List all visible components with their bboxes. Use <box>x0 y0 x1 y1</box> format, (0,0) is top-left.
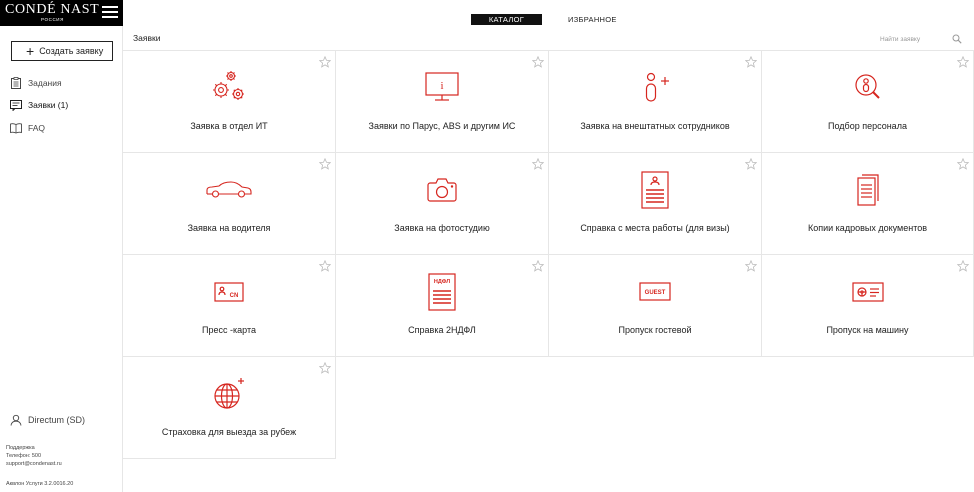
sidebar: CONDÉ NAST РОССИЯ + Создать заявку Задан… <box>0 0 123 492</box>
card-title: Справка 2НДФЛ <box>408 325 476 335</box>
catalog-card-employment-certificate[interactable]: Справка с места работы (для визы) <box>549 153 762 255</box>
add-person-icon <box>645 72 669 102</box>
star-icon[interactable] <box>745 56 757 68</box>
card-title: Копии кадровых документов <box>808 223 927 233</box>
sidebar-item-label: Задания <box>28 78 62 88</box>
sidebar-item-faq[interactable]: FAQ <box>10 122 45 134</box>
star-icon[interactable] <box>745 260 757 272</box>
sidebar-item-requests[interactable]: Заявки (1) <box>10 99 68 111</box>
sidebar-item-tasks[interactable]: Задания <box>10 77 62 89</box>
magnifier-person-icon <box>854 74 880 99</box>
breadcrumb: Заявки <box>133 33 161 43</box>
press-card-icon: CN <box>214 282 244 302</box>
user-name: Directum (SD) <box>28 415 86 425</box>
card-title: Заявка на водителя <box>187 223 271 233</box>
svg-text:i: i <box>440 80 443 92</box>
card-title: Справка с места работы (для визы) <box>580 223 730 233</box>
camera-icon <box>427 178 457 202</box>
plus-icon: + <box>26 43 35 59</box>
search-icon[interactable] <box>952 34 962 44</box>
card-title: Пресс -карта <box>202 325 256 335</box>
globe-plus-icon <box>214 378 244 409</box>
gears-icon <box>213 71 244 100</box>
catalog-card-2ndfl[interactable]: НДФЛ Справка 2НДФЛ <box>336 255 549 357</box>
book-icon <box>10 123 22 134</box>
star-icon[interactable] <box>957 260 969 272</box>
star-icon[interactable] <box>532 260 544 272</box>
catalog-card-guest-pass[interactable]: GUEST Пропуск гостевой <box>549 255 762 357</box>
car-pass-icon <box>851 282 884 302</box>
star-icon[interactable] <box>319 158 331 170</box>
search-box <box>880 32 970 46</box>
star-icon[interactable] <box>957 158 969 170</box>
card-title: Заявки по Парус, ABS и другим ИС <box>368 121 516 131</box>
documents-icon <box>856 174 879 206</box>
certificate-icon <box>641 171 669 209</box>
catalog-card-press-card[interactable]: CN Пресс -карта <box>123 255 336 357</box>
guest-pass-icon: GUEST <box>639 282 671 301</box>
sidebar-item-label: FAQ <box>28 123 46 133</box>
logo[interactable]: CONDÉ NAST <box>5 3 99 17</box>
support-phone: Телефон: 500 <box>6 453 42 459</box>
car-icon <box>206 181 252 198</box>
catalog-card-photostudio[interactable]: Заявка на фотостудию <box>336 153 549 255</box>
tax-form-icon: НДФЛ <box>428 273 456 311</box>
support-title: Поддержка <box>6 445 35 451</box>
card-title: Подбор персонала <box>828 121 907 131</box>
create-request-button[interactable]: + Создать заявку <box>11 41 113 61</box>
star-icon[interactable] <box>532 56 544 68</box>
card-title: Страховка для выезда за рубеж <box>161 427 297 437</box>
catalog-card-car-pass[interactable]: Пропуск на машину <box>762 255 974 357</box>
support-email[interactable]: support@condenast.ru <box>6 460 62 468</box>
star-icon[interactable] <box>319 260 331 272</box>
tab-favorites[interactable]: ИЗБРАННОЕ <box>568 14 617 25</box>
catalog-tabs: КАТАЛОГ ИЗБРАННОЕ <box>471 14 617 25</box>
svg-text:GUEST: GUEST <box>645 290 666 296</box>
tab-catalog[interactable]: КАТАЛОГ <box>471 14 542 25</box>
menu-icon[interactable] <box>102 6 118 20</box>
catalog-card-recruitment[interactable]: Подбор персонала <box>762 51 974 153</box>
logo-bar: CONDÉ NAST РОССИЯ <box>0 0 123 26</box>
svg-text:CN: CN <box>230 293 239 299</box>
star-icon[interactable] <box>745 158 757 170</box>
clipboard-icon <box>11 77 21 89</box>
sidebar-item-label: Заявки (1) <box>28 100 69 110</box>
card-title: Пропуск гостевой <box>618 325 692 335</box>
monitor-info-icon: i <box>425 72 459 101</box>
support-info: Поддержка Телефон: 500 support@condenast… <box>6 444 62 468</box>
user-icon <box>10 414 22 426</box>
logo-subtitle: РОССИЯ <box>41 17 64 22</box>
app-version: Аквлон Услуги 3.2.0016.20 <box>6 481 74 487</box>
star-icon[interactable] <box>532 158 544 170</box>
catalog-card-hr-copies[interactable]: Копии кадровых документов <box>762 153 974 255</box>
star-icon[interactable] <box>957 56 969 68</box>
user-menu[interactable]: Directum (SD) <box>10 414 85 426</box>
chat-icon <box>10 100 22 111</box>
catalog-grid: Заявка в отдел ИТ i Заявки по Парус, ABS… <box>123 50 974 459</box>
catalog-card-is-request[interactable]: i Заявки по Парус, ABS и другим ИС <box>336 51 549 153</box>
star-icon[interactable] <box>319 56 331 68</box>
svg-text:НДФЛ: НДФЛ <box>434 279 450 285</box>
card-title: Заявка на внештатных сотрудников <box>580 121 730 131</box>
catalog-card-freelancers[interactable]: Заявка на внештатных сотрудников <box>549 51 762 153</box>
create-request-label: Создать заявку <box>39 46 104 56</box>
search-input[interactable] <box>880 35 940 43</box>
catalog-card-it-request[interactable]: Заявка в отдел ИТ <box>123 51 336 153</box>
star-icon[interactable] <box>319 362 331 374</box>
card-title: Пропуск на машину <box>826 325 909 335</box>
catalog-card-travel-insurance[interactable]: Страховка для выезда за рубеж <box>123 357 336 459</box>
catalog-card-driver[interactable]: Заявка на водителя <box>123 153 336 255</box>
card-title: Заявка на фотостудию <box>394 223 490 233</box>
card-title: Заявка в отдел ИТ <box>190 121 268 131</box>
